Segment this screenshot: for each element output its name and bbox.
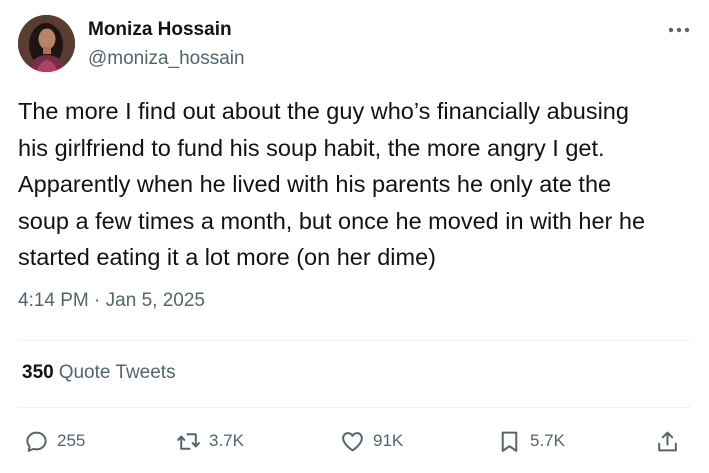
avatar[interactable] [18, 15, 75, 72]
more-options-button[interactable] [664, 18, 694, 42]
tweet-timestamp[interactable]: 4:14 PM · Jan 5, 2025 [18, 290, 205, 312]
retweet-button[interactable]: 3.7K [176, 424, 244, 458]
heart-icon [342, 431, 363, 451]
bookmark-icon [501, 431, 518, 452]
more-horizontal-icon [668, 27, 690, 33]
divider [18, 340, 691, 341]
tweet-time: 4:14 PM [18, 290, 89, 311]
bookmark-button[interactable]: 5.7K [497, 424, 565, 458]
retweet-icon [177, 432, 200, 450]
meta-separator: · [94, 290, 101, 311]
author-name[interactable]: Moniza Hossain [88, 19, 232, 41]
tweet-text: The more I find out about the guy who’s … [18, 98, 646, 270]
quote-tweets-label: Quote Tweets [58, 362, 176, 383]
like-count: 91K [373, 431, 404, 450]
share-button[interactable] [655, 424, 688, 458]
divider [18, 407, 691, 408]
reply-button[interactable]: 255 [24, 424, 85, 458]
quote-tweets-link[interactable]: 350 Quote Tweets [22, 362, 176, 384]
reply-count: 255 [57, 431, 86, 450]
tweet-date: Jan 5, 2025 [105, 290, 205, 311]
quote-tweets-count: 350 [22, 362, 54, 383]
share-icon [658, 431, 677, 451]
retweet-count: 3.7K [209, 431, 244, 450]
like-button[interactable]: 91K [340, 424, 403, 458]
action-bar: 255 3.7K 91K 5.7K [0, 424, 709, 458]
author-handle[interactable]: @moniza_hossain [88, 48, 245, 70]
avatar-image [18, 15, 75, 72]
reply-icon [26, 431, 47, 452]
bookmark-count: 5.7K [530, 431, 565, 450]
